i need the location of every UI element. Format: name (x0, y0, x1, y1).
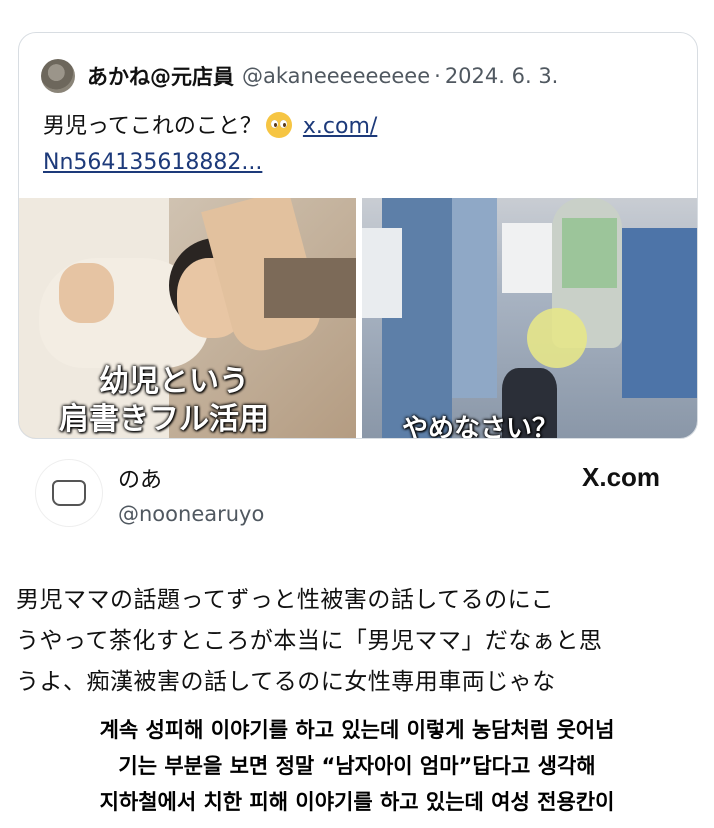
left-overlay-line2: 肩書きフル活用 (59, 402, 269, 437)
dress-light-shape (452, 198, 497, 398)
caption-line: 기는 부분을 보면 정말 “남자아이 엄마”답다고 생각해 (118, 754, 596, 778)
post-body: 男児ママの話題ってずっと性被害の話してるのにこ うやって茶化すところが本当に「男… (16, 580, 706, 703)
jeans-rack-shape (622, 228, 697, 398)
post-line: 男児ママの話題ってずっと性被害の話してるのにこ (16, 587, 555, 613)
profile-handle: @noonearuyo (118, 502, 265, 526)
quoted-author-name[interactable]: あかね@元店員 (87, 61, 234, 91)
post-line: うやって茶化すところが本当に「男児ママ」だなぁと思 (16, 628, 603, 654)
hand-shape (59, 263, 114, 323)
table-shape (264, 258, 356, 318)
quoted-post-date[interactable]: 2024. 6. 3. (445, 64, 559, 88)
quoted-link-continued[interactable]: Nn564135618882... (43, 150, 262, 175)
quoted-author-handle: @akaneeeeeeeee (242, 64, 431, 88)
quoted-author-avatar[interactable] (41, 59, 75, 93)
pleading-face-icon (265, 112, 292, 138)
quoted-post-header: あかね@元店員 @akaneeeeeeeee · 2024. 6. 3. (41, 59, 558, 93)
right-overlay-text: やめなさい？ (402, 414, 559, 438)
quoted-post-text: 男児ってこれのこと？ x.com/ Nn564135618882... (43, 109, 663, 181)
caption-line: 지하철에서 치한 피해 이야기를 하고 있는데 여성 전용칸이 (99, 790, 615, 814)
quoted-text: 男児ってこれのこと？ (43, 114, 262, 139)
x-logo-text: X.com (582, 462, 661, 492)
translation-caption: 계속 성피해 이야기를 하고 있는데 이렇게 농담처럼 웃어넘 기는 부분을 보… (0, 712, 714, 820)
profile-avatar[interactable] (36, 460, 102, 526)
header-separator: · (434, 64, 441, 88)
profile-name[interactable]: のあ (118, 462, 162, 494)
media-image-right[interactable]: やめなさい？ (362, 198, 697, 438)
caption-line: 계속 성피해 이야기를 하고 있는데 이렇게 농담처럼 웃어넘 (99, 718, 615, 742)
cat-bowl-icon (52, 480, 86, 506)
quoted-link[interactable]: x.com/ (303, 114, 377, 139)
post-line: うよ、痴漢被害の話してるのに女性専用車両じゃな (16, 669, 556, 695)
media-image-left[interactable]: 幼児という 肩書きフル活用 (19, 198, 356, 438)
shirt-white-shape (362, 228, 402, 318)
mannequin-top-shape (562, 218, 617, 288)
quoted-post-card[interactable]: あかね@元店員 @akaneeeeeeeee · 2024. 6. 3. 男児っ… (18, 32, 698, 439)
top-white-shape (502, 223, 552, 293)
sticker-shape (527, 308, 587, 368)
